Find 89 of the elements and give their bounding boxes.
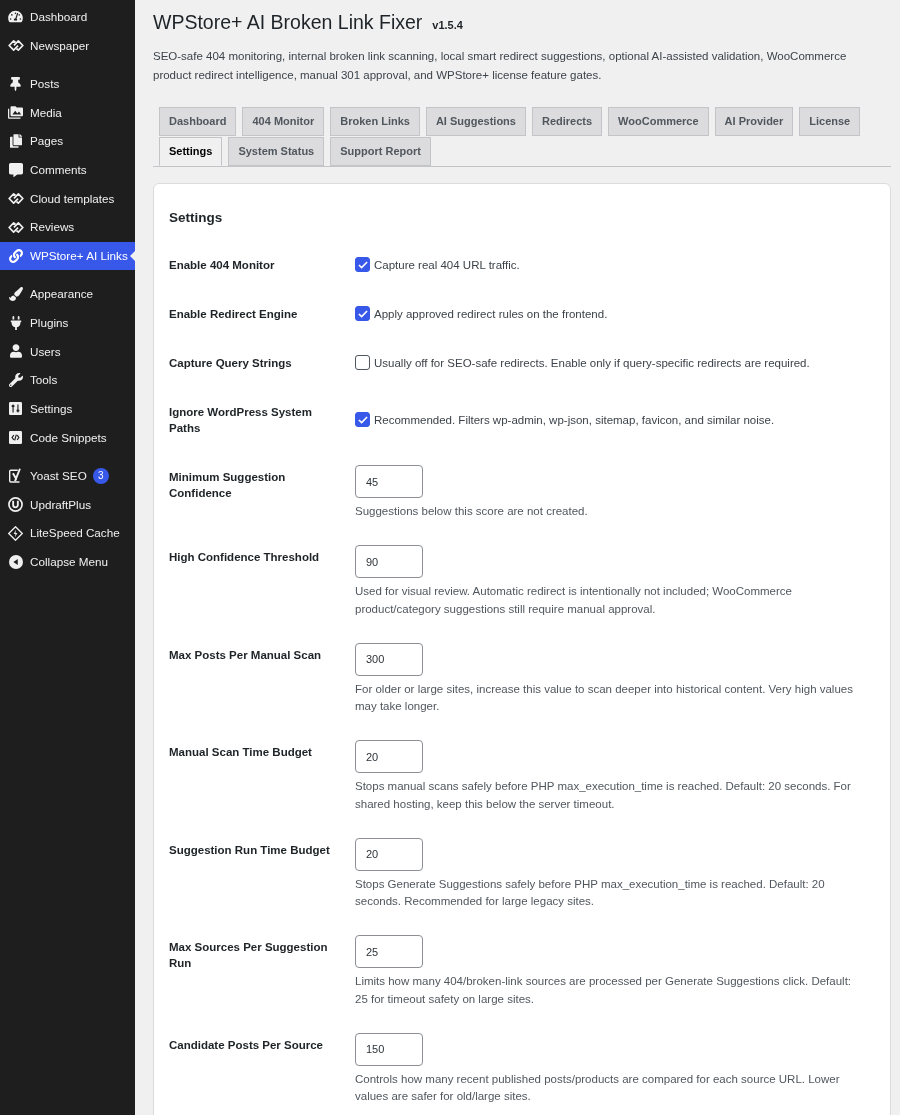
sidebar-item[interactable]: Code Snippets bbox=[0, 423, 135, 452]
sidebar-item[interactable]: Pages bbox=[0, 126, 135, 156]
sidebar-item[interactable]: Newspaper bbox=[0, 31, 135, 60]
section-heading: Settings bbox=[169, 209, 223, 227]
number-input[interactable]: 150 bbox=[355, 1032, 423, 1066]
setting-label: Minimum Suggestion Confidence bbox=[169, 470, 287, 501]
checkmark-icon bbox=[357, 415, 368, 424]
setting-label: Suggestion Run Time Budget bbox=[169, 842, 330, 858]
setting-label: Ignore WordPress System Paths bbox=[169, 404, 313, 436]
diamond-logo-icon bbox=[8, 525, 23, 541]
sidebar-item[interactable]: Cloud templates bbox=[0, 184, 135, 213]
y-logo-icon bbox=[8, 468, 23, 484]
checkbox[interactable] bbox=[355, 306, 370, 321]
tab[interactable]: AI Provider bbox=[714, 107, 794, 136]
checkbox[interactable] bbox=[355, 257, 370, 272]
user-icon bbox=[9, 344, 22, 359]
diamond-link-icon bbox=[7, 221, 24, 233]
sidebar-item[interactable]: Dashboard bbox=[0, 2, 135, 32]
setting-description: Stops Generate Suggestions safely before PHP max_execution_time is reached. Default: 20 seconds. Recommended for large legacy sites. bbox=[355, 876, 826, 909]
collapse-menu-button[interactable]: Collapse Menu bbox=[0, 547, 112, 577]
plug-icon bbox=[8, 315, 23, 330]
ring-logo-icon bbox=[8, 496, 23, 512]
number-input[interactable]: 20 bbox=[355, 837, 423, 871]
tab[interactable]: AI Suggestions bbox=[425, 107, 526, 136]
setting-description: Limits how many 404/broken-link sources are processed per Generate Suggestions click. Default: 25 for timeout safety on large sites. bbox=[355, 974, 853, 1007]
checkbox-description: Apply approved redirect rules on the frontend. bbox=[374, 306, 608, 322]
gauge-icon bbox=[8, 10, 23, 24]
sidebar-item[interactable]: Appearance bbox=[0, 279, 135, 309]
sidebar-item[interactable]: Tools bbox=[0, 365, 135, 395]
sidebar-item[interactable]: Plugins bbox=[0, 308, 135, 338]
code-icon bbox=[9, 430, 22, 444]
setting-label: Manual Scan Time Budget bbox=[169, 745, 312, 760]
checkbox-description: Recommended. Filters wp-admin, wp-json, sitemap, favicon, and similar noise. bbox=[374, 412, 775, 428]
checkbox-description: Usually off for SEO-safe redirects. Enable only if query-specific redirects are required. bbox=[374, 355, 810, 371]
setting-description: Suggestions below this score are not created. bbox=[355, 504, 588, 519]
tab[interactable]: Dashboard bbox=[159, 107, 237, 136]
number-input[interactable]: 45 bbox=[355, 465, 423, 498]
setting-description: Controls how many recent published posts/products are compared for each source URL. Lower values are safer for old/large sites. bbox=[355, 1071, 841, 1104]
wrench-icon bbox=[8, 373, 23, 388]
sidebar-item[interactable]: Users bbox=[0, 337, 135, 366]
setting-label: Enable Redirect Engine bbox=[169, 306, 298, 322]
count-badge: 3 bbox=[92, 467, 109, 484]
page-description: SEO-safe 404 monitoring, internal broken link scanning, local smart redirect suggestions, optional AI-assisted validation, WooCommerce product redirect intelligence, manual 301 approval, and WPStore+ license feature gates. bbox=[153, 49, 848, 83]
tab[interactable]: Redirects bbox=[531, 107, 603, 136]
checkmark-icon bbox=[357, 309, 368, 318]
checkbox[interactable] bbox=[355, 412, 370, 427]
number-input[interactable]: 25 bbox=[355, 935, 423, 968]
photos-icon bbox=[8, 104, 23, 120]
comment-icon bbox=[8, 162, 23, 177]
checkmark-icon bbox=[357, 260, 368, 269]
version-label: v1.5.4 bbox=[432, 18, 463, 33]
sliders-icon bbox=[9, 402, 22, 416]
number-input[interactable]: 90 bbox=[355, 545, 423, 578]
diamond-link-icon bbox=[7, 40, 24, 52]
checkbox[interactable] bbox=[355, 355, 370, 370]
pushpin-icon bbox=[10, 76, 21, 91]
setting-description: Used for visual review. Automatic redirect is intentionally not included; WooCommerce product/category suggestions still require manual approval. bbox=[355, 584, 793, 617]
sidebar-item[interactable]: Media bbox=[0, 98, 135, 127]
number-input[interactable]: 300 bbox=[355, 642, 423, 676]
sidebar-item[interactable]: Yoast SEO 3 bbox=[0, 461, 135, 490]
sidebar-item[interactable]: UpdraftPlus bbox=[0, 490, 135, 519]
sidebar-item[interactable]: Posts bbox=[0, 69, 135, 99]
sidebar-item[interactable]: Reviews bbox=[0, 212, 135, 242]
tab[interactable]: Settings bbox=[159, 137, 223, 166]
sidebar-item[interactable]: Comments bbox=[0, 155, 135, 185]
sidebar-item[interactable]: WPStore+ AI Links bbox=[0, 241, 135, 271]
sidebar-item[interactable]: LiteSpeed Cache bbox=[0, 518, 135, 548]
tab[interactable]: License bbox=[799, 107, 861, 136]
setting-label: Max Sources Per Suggestion Run bbox=[169, 940, 329, 971]
setting-description: For older or large sites, increase this value to scan deeper into historical content. Very high values may take longer. bbox=[355, 681, 854, 714]
link-icon bbox=[8, 248, 23, 263]
number-input[interactable]: 20 bbox=[355, 740, 423, 773]
tab[interactable]: Support Report bbox=[330, 137, 431, 166]
tab[interactable]: WooCommerce bbox=[608, 107, 709, 136]
pages-icon bbox=[9, 134, 22, 149]
setting-description: Stops manual scans safely before PHP max_execution_time is reached. Default: 20 seconds. For shared hosting, keep this below the server timeout. bbox=[355, 779, 852, 812]
setting-label: Candidate Posts Per Source bbox=[169, 1037, 324, 1053]
tab[interactable]: System Status bbox=[228, 137, 325, 166]
diamond-link-icon bbox=[7, 192, 24, 204]
setting-label: Max Posts Per Manual Scan bbox=[169, 647, 322, 663]
sidebar-item[interactable]: Settings bbox=[0, 394, 135, 424]
tab[interactable]: Broken Links bbox=[330, 107, 420, 136]
paintbrush-icon bbox=[8, 287, 23, 302]
setting-label: High Confidence Threshold bbox=[169, 550, 320, 565]
page-title: WPStore+ AI Broken Link Fixer bbox=[153, 10, 423, 35]
setting-label: Capture Query Strings bbox=[169, 355, 292, 371]
tab[interactable]: 404 Monitor bbox=[242, 107, 325, 136]
checkbox-description: Capture real 404 URL traffic. bbox=[374, 257, 520, 273]
setting-label: Enable 404 Monitor bbox=[169, 257, 275, 273]
